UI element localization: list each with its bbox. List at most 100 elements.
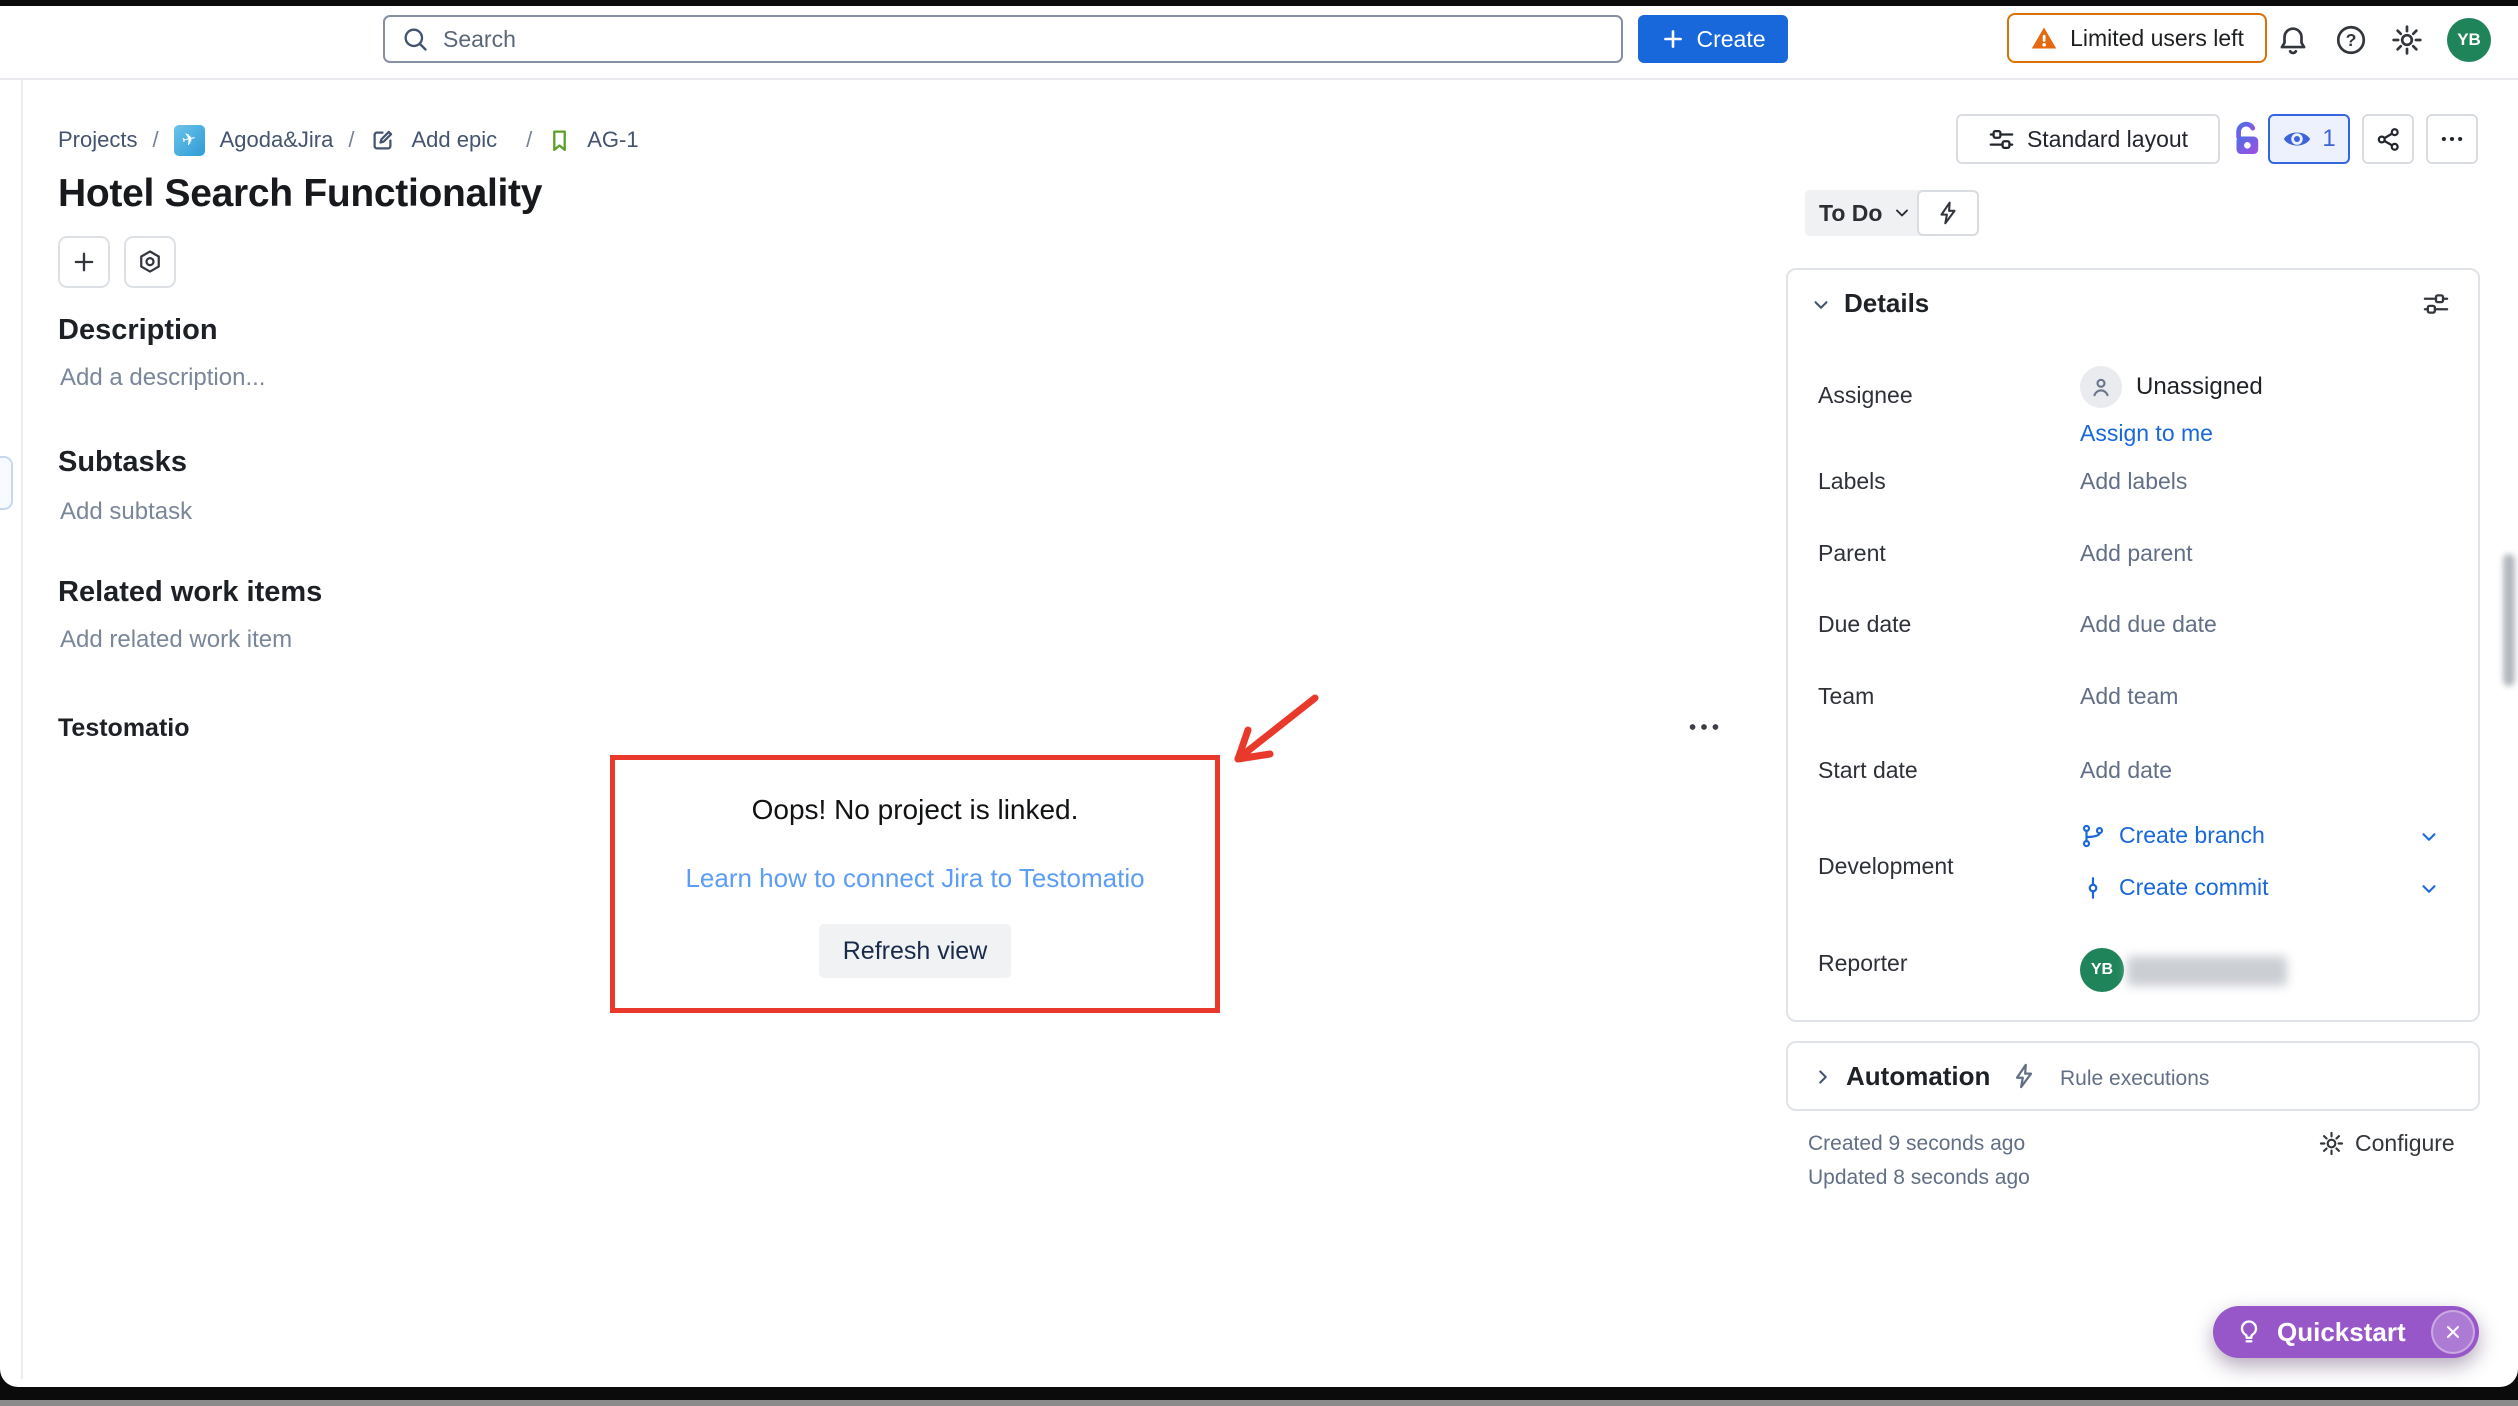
notifications-bell-icon[interactable] [2276, 23, 2310, 57]
details-heading: Details [1844, 288, 1929, 319]
error-title: Oops! No project is linked. [752, 794, 1079, 826]
quickstart-button[interactable]: Quickstart [2213, 1306, 2479, 1358]
details-panel: Details Assignee Unassigned Assign to me… [1786, 268, 2480, 1022]
vertical-scrollbar-thumb[interactable] [2503, 554, 2515, 686]
lightning-icon [2010, 1062, 2038, 1090]
search-icon [401, 25, 429, 53]
standard-layout-button[interactable]: Standard layout [1956, 114, 2220, 164]
assignee-label: Assignee [1818, 382, 1913, 409]
status-label: To Do [1819, 200, 1882, 227]
related-work-heading: Related work items [58, 576, 322, 609]
unlocked-lock-icon[interactable] [2226, 118, 2268, 160]
breadcrumb-issue-key[interactable]: AG-1 [587, 127, 638, 153]
quickstart-close-button[interactable] [2431, 1310, 2475, 1354]
description-placeholder[interactable]: Add a description... [60, 364, 265, 392]
team-label: Team [1818, 683, 1874, 710]
watchers-button[interactable]: 1 [2268, 114, 2350, 164]
created-timestamp: Created 9 seconds ago [1808, 1132, 2025, 1156]
add-related-work-link[interactable]: Add related work item [60, 626, 292, 654]
create-label: Create [1696, 26, 1765, 53]
project-avatar-icon: ✈ [174, 125, 205, 156]
story-bookmark-icon [547, 128, 572, 153]
testomatio-more-menu[interactable] [1684, 712, 1728, 742]
limited-users-label: Limited users left [2070, 25, 2244, 52]
breadcrumb-project-link[interactable]: Agoda&Jira [220, 127, 334, 153]
plus-icon [1660, 26, 1686, 52]
quickstart-label: Quickstart [2277, 1317, 2406, 1348]
development-label: Development [1818, 853, 1954, 880]
plus-icon [70, 248, 98, 276]
chevron-down-icon[interactable] [1810, 294, 1832, 316]
status-dropdown[interactable]: To Do [1805, 190, 1926, 236]
user-avatar-initials: YB [2457, 30, 2481, 50]
breadcrumb-separator: / [526, 127, 532, 153]
lightbulb-icon [2235, 1318, 2263, 1346]
warning-icon [2030, 24, 2058, 52]
description-heading: Description [58, 314, 218, 347]
git-branch-icon [2080, 823, 2106, 849]
share-button[interactable] [2362, 114, 2414, 164]
due-date-value[interactable]: Add due date [2080, 611, 2217, 638]
automation-lightning-button[interactable] [1917, 190, 1979, 236]
red-annotation-arrow [1208, 688, 1338, 784]
create-branch-link[interactable]: Create branch [2080, 822, 2265, 849]
configure-button[interactable]: Configure [2318, 1130, 2455, 1157]
apps-hexagon-icon [136, 248, 164, 276]
team-value[interactable]: Add team [2080, 683, 2178, 710]
gear-icon [2318, 1130, 2345, 1157]
testomatio-error-panel: Oops! No project is linked. Learn how to… [610, 755, 1220, 1013]
bottom-screen-edge [0, 1387, 2518, 1400]
lightning-icon [1935, 200, 1961, 226]
close-icon [2443, 1322, 2463, 1342]
reporter-label: Reporter [1818, 950, 1907, 977]
create-button[interactable]: Create [1638, 15, 1788, 63]
add-button[interactable] [58, 236, 110, 288]
parent-value[interactable]: Add parent [2080, 540, 2193, 567]
rule-executions-label: Rule executions [2060, 1067, 2209, 1091]
breadcrumb-separator: / [152, 127, 158, 153]
chevron-down-icon[interactable] [2418, 826, 2440, 848]
details-settings-icon[interactable] [2422, 290, 2450, 318]
chevron-right-icon [1812, 1066, 1834, 1088]
subtasks-heading: Subtasks [58, 446, 187, 479]
reporter-avatar[interactable]: YB [2080, 948, 2124, 992]
breadcrumb-add-epic[interactable]: Add epic [411, 127, 497, 153]
breadcrumb-projects-link[interactable]: Projects [58, 127, 137, 153]
add-subtask-link[interactable]: Add subtask [60, 498, 192, 526]
create-commit-label: Create commit [2119, 874, 2269, 901]
topbar-divider [0, 78, 2518, 80]
meatball-icon [1684, 712, 1724, 742]
layout-sliders-icon [1988, 126, 2015, 153]
more-actions-button[interactable] [2426, 114, 2478, 164]
unassigned-avatar-icon [2080, 366, 2122, 408]
error-help-link[interactable]: Learn how to connect Jira to Testomatio [685, 863, 1144, 894]
jira-issue-page: Search Create Limited users left ? YB [0, 0, 2518, 1406]
apps-button[interactable] [124, 236, 176, 288]
limited-users-badge[interactable]: Limited users left [2007, 13, 2267, 63]
settings-gear-icon[interactable] [2390, 23, 2424, 57]
search-placeholder: Search [443, 26, 516, 53]
help-icon[interactable]: ? [2334, 23, 2368, 57]
chevron-down-icon[interactable] [2418, 878, 2440, 900]
refresh-view-button[interactable]: Refresh view [819, 924, 1011, 978]
create-commit-link[interactable]: Create commit [2080, 874, 2269, 901]
assign-to-me-link[interactable]: Assign to me [2080, 420, 2213, 447]
configure-label: Configure [2355, 1130, 2455, 1157]
start-date-value[interactable]: Add date [2080, 757, 2172, 784]
breadcrumb: Projects / ✈ Agoda&Jira / Add epic / AG-… [58, 120, 639, 160]
user-avatar[interactable]: YB [2447, 18, 2491, 62]
automation-panel[interactable]: Automation Rule executions [1786, 1041, 2480, 1111]
sidebar-peek-handle[interactable] [0, 456, 13, 510]
chevron-down-icon [1892, 203, 1912, 223]
git-commit-icon [2080, 875, 2106, 901]
bottom-screen-border [0, 1400, 2518, 1406]
page-title[interactable]: Hotel Search Functionality [58, 172, 542, 216]
labels-value[interactable]: Add labels [2080, 468, 2187, 495]
labels-label: Labels [1818, 468, 1886, 495]
app-canvas: Search Create Limited users left ? YB [0, 6, 2518, 1387]
create-branch-label: Create branch [2119, 822, 2265, 849]
due-date-label: Due date [1818, 611, 1911, 638]
search-input[interactable]: Search [383, 15, 1623, 63]
edit-epic-icon [369, 127, 396, 154]
assignee-value[interactable]: Unassigned [2136, 373, 2263, 401]
